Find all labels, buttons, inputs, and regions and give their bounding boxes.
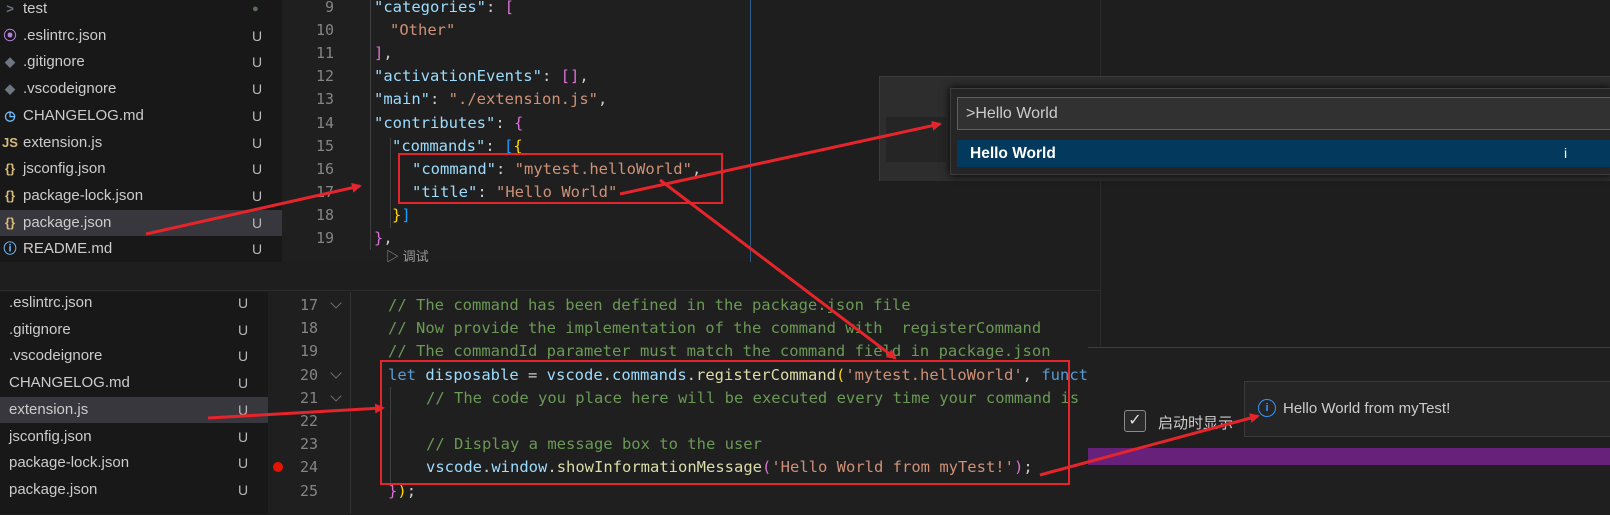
- annotation-arrows: [145, 120, 1260, 477]
- arrow-explorer-to-extension: [207, 403, 385, 420]
- arrow-title-to-palette: [619, 120, 942, 196]
- arrow-title-to-code: [659, 178, 897, 360]
- arrow-code-to-notification: [1039, 413, 1260, 477]
- arrow-explorer-to-package-json: [145, 182, 362, 236]
